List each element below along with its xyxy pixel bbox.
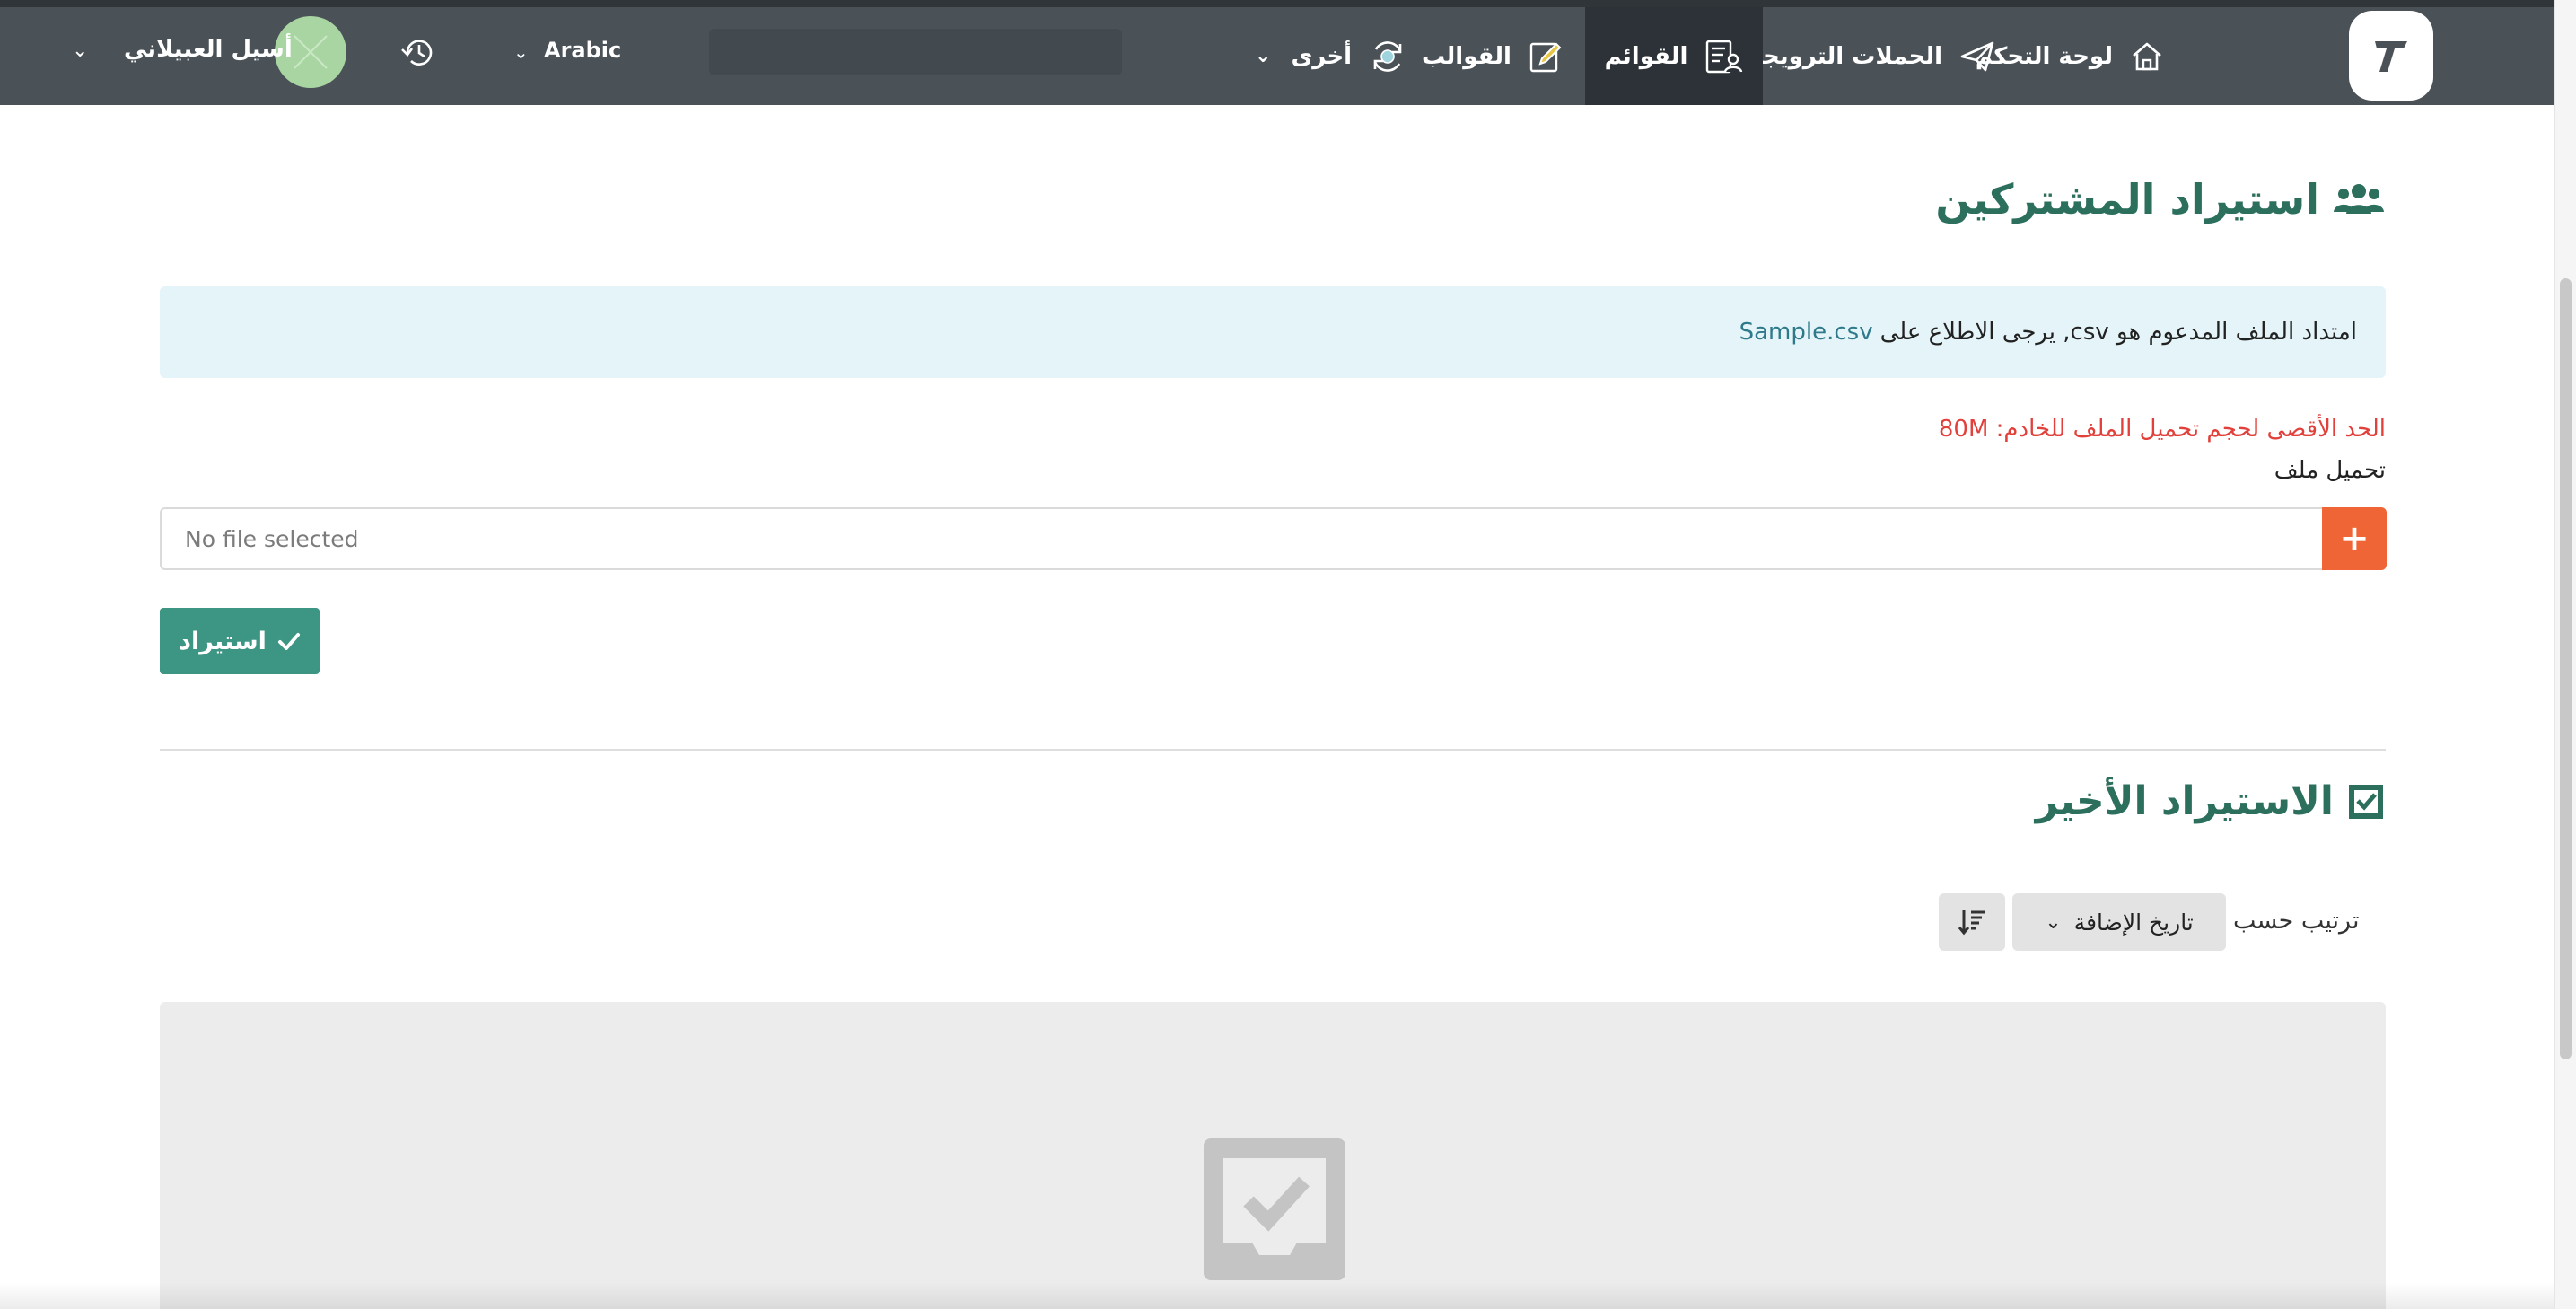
sort-by-value: تاريخ الإضافة — [2073, 909, 2194, 936]
user-name[interactable]: أسيل العبيلاني — [124, 36, 293, 63]
page-title: استيراد المشتركين — [1935, 175, 2386, 224]
logo-icon — [2375, 41, 2407, 72]
nav-item-lists[interactable]: القوائم — [1585, 7, 1763, 105]
chevron-down-icon: ⌄ — [2045, 910, 2062, 934]
nav-item-label: القوائم — [1604, 42, 1688, 70]
send-icon — [1960, 41, 1994, 71]
recent-import-title-text: الاستيراد الأخير — [2035, 778, 2334, 824]
app-logo[interactable] — [2349, 11, 2433, 101]
upload-file-label: تحميل ملف — [2274, 457, 2386, 484]
file-input-field[interactable]: No file selected — [160, 507, 2323, 570]
scrollbar-thumb[interactable] — [2560, 278, 2572, 1059]
empty-inbox-check-icon — [1204, 1138, 1345, 1280]
import-button[interactable]: استيراد — [160, 608, 320, 674]
top-navigation-bar: لوحة التحكم الحملات الترويجية القوائم ال… — [0, 0, 2554, 105]
section-divider — [160, 749, 2386, 751]
sort-by-select[interactable]: تاريخ الإضافة ⌄ — [2012, 893, 2226, 951]
bottom-shadow — [0, 1282, 2554, 1309]
refresh-cycle-icon — [1373, 40, 1402, 72]
language-chevron-icon[interactable]: ⌄ — [513, 41, 529, 63]
nav-item-label: أخرى — [1291, 42, 1353, 70]
nav-item-label: الحملات الترويجية — [1739, 42, 1942, 70]
nav-item-other[interactable]: أخرى ⌄ — [1255, 7, 1407, 105]
import-button-label: استيراد — [179, 627, 267, 655]
add-file-button[interactable]: + — [2322, 507, 2387, 570]
sample-csv-link[interactable]: Sample.csv — [1739, 319, 1873, 346]
users-group-icon — [2334, 184, 2384, 214]
checkmark-icon — [277, 633, 300, 650]
blurred-region — [709, 29, 1122, 75]
sort-by-label: ترتيب حسب — [2233, 907, 2360, 935]
recent-imports-empty-panel — [160, 1002, 2386, 1309]
history-icon[interactable] — [399, 34, 438, 72]
main-content: استيراد المشتركين امتداد الملف المدعوم ه… — [0, 105, 2554, 1309]
user-menu-chevron-icon[interactable]: ⌄ — [72, 40, 88, 62]
page-title-text: استيراد المشتركين — [1935, 175, 2319, 224]
check-box-icon — [2349, 784, 2383, 819]
sort-descending-icon — [1958, 910, 1985, 936]
upload-limit-text: الحد الأقصى لحجم تحميل الملف للخادم: 80M — [1938, 416, 2386, 443]
top-strip — [0, 0, 2554, 7]
language-selector[interactable]: Arabic — [544, 38, 621, 63]
sort-direction-button[interactable] — [1939, 893, 2005, 951]
nav-item-label: القوالب — [1422, 42, 1511, 70]
plus-icon: + — [2339, 518, 2370, 559]
chevron-down-icon: ⌄ — [1255, 45, 1272, 67]
file-placeholder: No file selected — [185, 525, 359, 552]
info-alert: امتداد الملف المدعوم هو csv, يرجى الاطلا… — [160, 286, 2386, 378]
template-edit-icon — [1529, 42, 1562, 72]
recent-import-title: الاستيراد الأخير — [2036, 778, 2386, 824]
list-users-icon — [1706, 40, 1743, 73]
info-text: امتداد الملف المدعوم هو csv, يرجى الاطلا… — [1879, 319, 2357, 346]
nav-item-campaigns[interactable]: الحملات الترويجية — [1723, 7, 2012, 105]
home-icon — [2133, 42, 2161, 70]
nav-item-templates[interactable]: القوالب — [1422, 7, 1564, 105]
